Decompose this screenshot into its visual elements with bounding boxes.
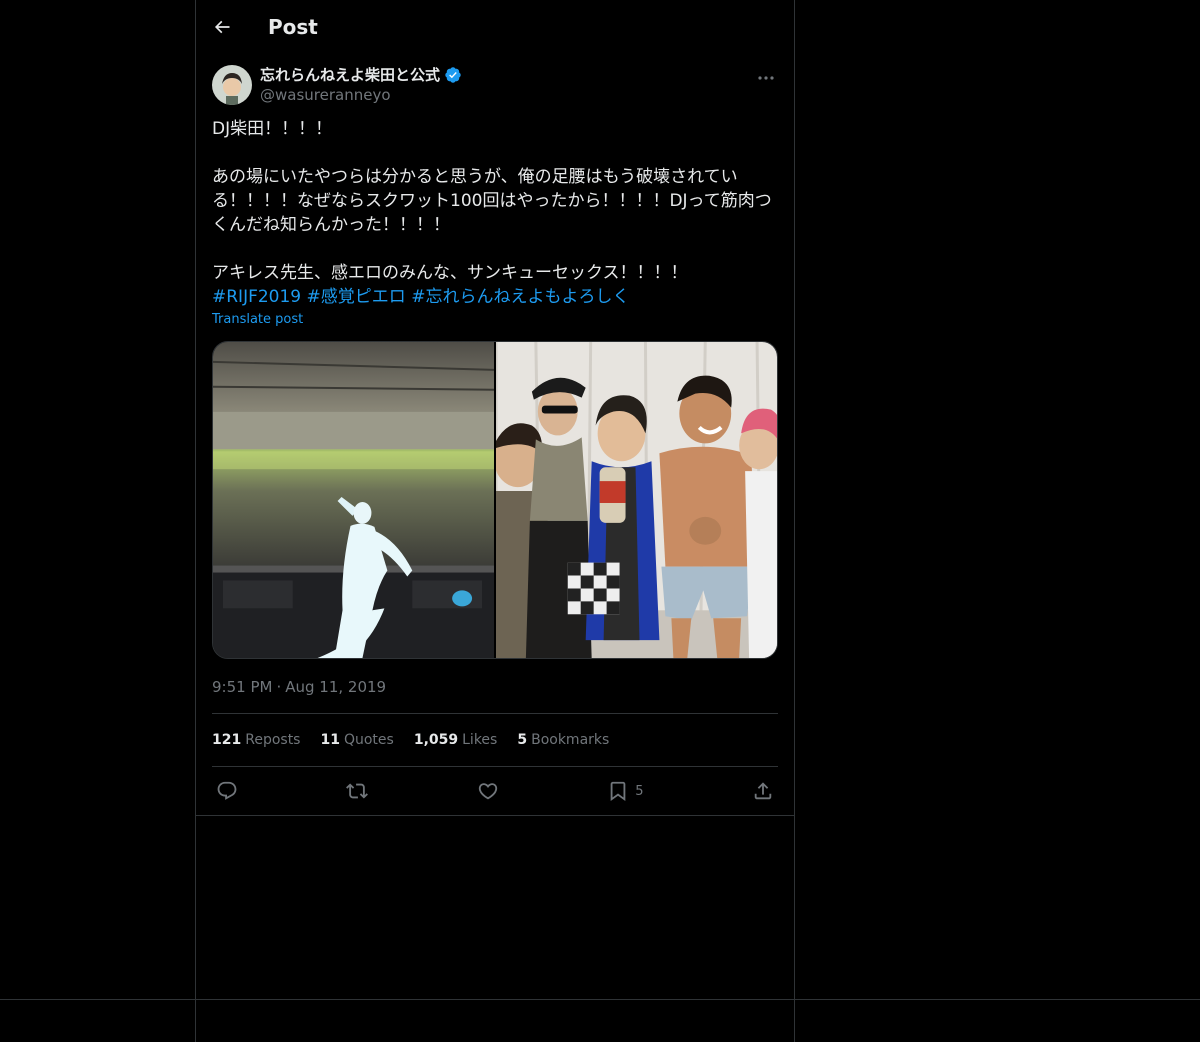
post-time[interactable]: 9:51 PM bbox=[212, 677, 272, 697]
heart-icon bbox=[478, 783, 498, 800]
author-display-name[interactable]: 忘れらんねえよ柴田と公式 bbox=[260, 65, 440, 85]
bookmarks-count: 5 bbox=[517, 732, 528, 748]
bookmarks-stat[interactable]: 5 Bookmarks bbox=[517, 732, 609, 748]
post-article: 忘れらんねえよ柴田と公式 @wasureranneyo DJ柴田！！！！ あの場… bbox=[196, 53, 794, 816]
more-options-button[interactable] bbox=[754, 69, 778, 87]
quotes-label: Quotes bbox=[343, 732, 394, 748]
column-border-right bbox=[794, 0, 795, 1042]
media-photo-backstage[interactable] bbox=[496, 342, 777, 658]
avatar[interactable] bbox=[212, 65, 252, 105]
media-grid bbox=[212, 341, 778, 659]
timestamp-separator: · bbox=[276, 678, 282, 696]
media-photo-concert[interactable] bbox=[213, 342, 494, 658]
hashtag-link[interactable]: #忘れらんねえよもよろしく bbox=[411, 287, 629, 307]
post-date[interactable]: Aug 11, 2019 bbox=[285, 677, 386, 697]
bookmarks-label: Bookmarks bbox=[531, 732, 610, 748]
author-info: 忘れらんねえよ柴田と公式 @wasureranneyo bbox=[260, 65, 462, 105]
name-line: 忘れらんねえよ柴田と公式 bbox=[260, 65, 462, 85]
hashtag-line: #RIJF2019 #感覚ピエロ #忘れらんねえよもよろしく bbox=[212, 285, 778, 309]
like-button[interactable] bbox=[477, 780, 499, 802]
repost-icon bbox=[346, 783, 369, 799]
arrow-left-icon bbox=[214, 20, 230, 33]
post-bottom-divider bbox=[196, 815, 794, 816]
more-horizontal-icon bbox=[758, 76, 774, 80]
reply-button[interactable] bbox=[216, 780, 238, 802]
likes-label: Likes bbox=[462, 732, 498, 748]
bookmark-button[interactable]: 5 bbox=[607, 780, 644, 802]
post-text: DJ柴田！！！！ あの場にいたやつらは分かると思うが、俺の足腰はもう破壊されてい… bbox=[212, 119, 772, 283]
bookmark-count: 5 bbox=[635, 783, 644, 799]
reply-icon bbox=[217, 781, 237, 800]
reposts-stat[interactable]: 121 Reposts bbox=[212, 732, 300, 748]
hashtag-link[interactable]: #RIJF2019 bbox=[212, 287, 301, 307]
verified-badge-icon[interactable] bbox=[444, 66, 462, 84]
translate-post-link[interactable]: Translate post bbox=[212, 311, 778, 329]
action-bar: 5 bbox=[212, 767, 778, 815]
page-title: Post bbox=[268, 14, 318, 39]
bottom-divider bbox=[0, 999, 1200, 1000]
repost-button[interactable] bbox=[346, 780, 369, 802]
likes-count: 1,059 bbox=[413, 732, 459, 748]
primary-column: Post 忘れらんねえよ柴田と公式 @wasureranneyo DJ柴田！！！… bbox=[196, 0, 794, 816]
reposts-label: Reposts bbox=[245, 732, 301, 748]
likes-stat[interactable]: 1,059 Likes bbox=[414, 732, 498, 748]
hashtag-link[interactable]: #感覚ピエロ bbox=[307, 287, 406, 307]
post-timestamp: 9:51 PM · Aug 11, 2019 bbox=[212, 677, 778, 697]
quotes-stat[interactable]: 11 Quotes bbox=[320, 732, 393, 748]
share-button[interactable] bbox=[752, 780, 774, 802]
reposts-count: 121 bbox=[212, 732, 242, 748]
header-bar: Post bbox=[196, 0, 794, 53]
engagement-stats: 121 Reposts 11 Quotes 1,059 Likes 5 Book… bbox=[212, 714, 778, 766]
quotes-count: 11 bbox=[320, 732, 340, 748]
author-handle[interactable]: @wasureranneyo bbox=[260, 85, 462, 105]
bookmark-icon bbox=[610, 781, 626, 802]
share-icon bbox=[754, 782, 772, 800]
back-button[interactable] bbox=[212, 17, 232, 37]
author-row: 忘れらんねえよ柴田と公式 @wasureranneyo bbox=[212, 53, 778, 105]
